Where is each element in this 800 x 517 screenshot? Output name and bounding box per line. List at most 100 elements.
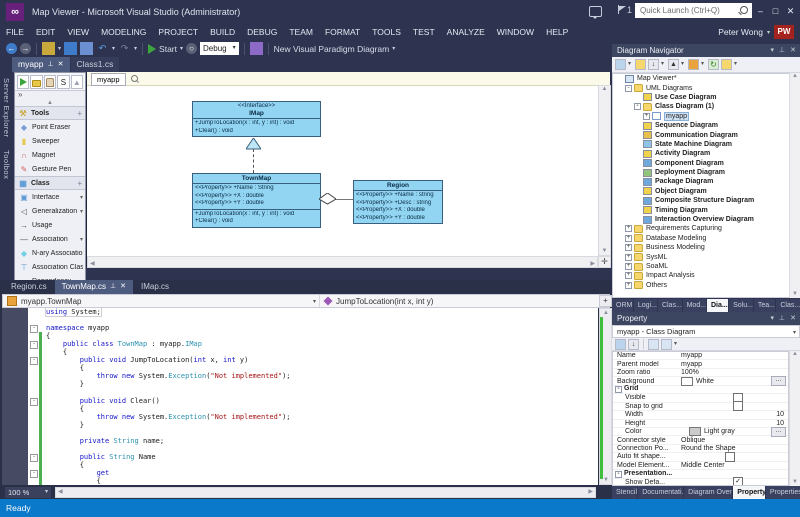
redo-icon[interactable]: ↷ — [118, 42, 131, 55]
code-line[interactable]: - public void JumpToLocation(int x, int … — [2, 356, 598, 366]
palette-section-class[interactable]: ▦ Class + — [15, 176, 85, 190]
uml-class-region[interactable]: Region <<Property>> +Name : string <<Prope… — [353, 180, 443, 224]
open-folder-icon[interactable] — [721, 59, 732, 70]
property-row-snap-to-grid[interactable]: Snap to grid — [613, 401, 788, 412]
code-line[interactable]: { — [2, 332, 598, 341]
checkbox[interactable]: ✓ — [733, 477, 743, 485]
realization-connector[interactable] — [253, 149, 254, 173]
property-row-zoom-ratio[interactable]: Zoom ratio 100% — [613, 369, 788, 378]
tree-expander-icon[interactable]: + — [625, 225, 632, 233]
pin-icon[interactable]: ⊥ — [110, 280, 116, 294]
menu-item-file[interactable]: FILE — [0, 24, 30, 40]
menu-item-debug[interactable]: DEBUG — [241, 24, 283, 40]
code-line[interactable] — [2, 316, 598, 324]
tree-item-use-case-diagram[interactable]: Use Case Diagram — [613, 93, 799, 102]
user-name[interactable]: Peter Wong — [718, 27, 763, 37]
code-line[interactable]: - namespace myapp — [2, 324, 598, 334]
code-line[interactable]: } — [2, 380, 598, 389]
code-line[interactable] — [2, 444, 598, 453]
tree-expander-icon[interactable]: - — [634, 103, 641, 111]
tree-scrollbar[interactable]: ▲ ▼ — [789, 73, 800, 298]
quick-launch-input[interactable]: Quick Launch (Ctrl+Q) — [635, 3, 752, 18]
member-dropdown[interactable]: JumpToLocation(int x, int y) ▾ — [320, 295, 609, 307]
ellipsis-button[interactable]: … — [771, 376, 786, 387]
close-icon[interactable]: ✕ — [790, 312, 796, 325]
tree-item-package-diagram[interactable]: Package Diagram — [613, 177, 799, 186]
close-icon[interactable]: ✕ — [58, 57, 64, 72]
side-tab-server-explorer[interactable]: Server Explorer — [0, 72, 13, 144]
tree-item-state-machine-diagram[interactable]: State Machine Diagram — [613, 140, 799, 149]
tab-orm[interactable]: ORM — [612, 299, 633, 312]
tab-stencil[interactable]: Stencil — [612, 486, 638, 499]
type-dropdown[interactable]: myapp.TownMap ▾ — [3, 295, 320, 307]
property-row-name[interactable]: Name myapp — [613, 352, 788, 361]
code-line[interactable]: { — [2, 460, 598, 469]
tab-logi-[interactable]: Logi... — [633, 299, 657, 312]
menu-item-project[interactable]: PROJECT — [152, 24, 204, 40]
close-icon[interactable]: ✕ — [790, 44, 796, 57]
maximize-button[interactable]: □ — [768, 0, 783, 24]
tab-mod-[interactable]: Mod... — [682, 299, 706, 312]
tree-item-communication-diagram[interactable]: Communication Diagram — [613, 130, 799, 140]
selector-tool-icon[interactable] — [17, 75, 30, 89]
diagram-navigator-header[interactable]: Diagram Navigator ▾ ⊥ ✕ — [612, 44, 800, 57]
diagram-canvas[interactable]: myapp <<Interface>> IMap +JumpToLocation(x… — [86, 72, 611, 268]
collapse-all-icon[interactable]: ▲ — [668, 59, 679, 70]
tree-item-object-diagram[interactable]: Object Diagram — [613, 187, 799, 196]
menu-item-modeling[interactable]: MODELING — [95, 24, 152, 40]
code-line[interactable]: { — [2, 404, 598, 413]
code-line[interactable]: } — [2, 420, 598, 429]
code-line[interactable]: throw new System.Exception("Not implemen… — [2, 372, 598, 381]
tab-townmap-cs[interactable]: TownMap.cs ⊥ ✕ — [54, 280, 134, 294]
tab-properties[interactable]: Properties — [765, 486, 800, 499]
lock-tool-icon[interactable] — [30, 75, 43, 89]
tree-expander-icon[interactable]: + — [625, 263, 632, 270]
window-position-icon[interactable]: ▾ — [770, 44, 774, 57]
new-file-icon[interactable] — [42, 42, 55, 55]
palette-item-association-class[interactable]: ⊤ Association Class — [15, 260, 85, 274]
property-row-connection-po-[interactable]: Connection Po... Round the Shape — [613, 445, 788, 454]
tree-item-deployment-diagram[interactable]: Deployment Diagram — [613, 168, 799, 177]
sort-az-icon[interactable]: ↓ — [628, 338, 639, 350]
code-line[interactable]: throw new System.Exception("Not implemen… — [2, 412, 598, 421]
model-explorer-icon[interactable] — [635, 59, 646, 70]
tree-expander-icon[interactable]: + — [625, 281, 632, 289]
property-row-parent-model[interactable]: Parent model myapp — [613, 360, 788, 369]
expand-properties-icon[interactable] — [648, 338, 659, 350]
palette-item-point-eraser[interactable]: ◆ Point Eraser — [15, 120, 85, 134]
tree-item-interaction-overview-diagram[interactable]: Interaction Overview Diagram — [613, 215, 799, 224]
tree-item-class-diagram-1-[interactable]: - Class Diagram (1) — [613, 102, 799, 111]
canvas-view-tab[interactable]: myapp — [91, 73, 126, 86]
palette-collapse-icon[interactable]: » — [15, 91, 85, 100]
property-row-presentation-[interactable]: - Presentation... — [613, 470, 788, 479]
save-all-icon[interactable] — [80, 42, 94, 55]
save-icon[interactable] — [64, 42, 78, 55]
palette-section-tools[interactable]: ⚒ Tools + — [15, 106, 85, 120]
property-row-width[interactable]: Width 10 — [613, 411, 788, 420]
palette-item-gesture-pen[interactable]: ✎ Gesture Pen — [15, 162, 85, 176]
close-icon[interactable]: ✕ — [120, 280, 126, 294]
uml-class-imap[interactable]: <<Interface>> IMap +JumpToLocation(x : int… — [192, 101, 321, 137]
tab-clas-[interactable]: Clas... — [657, 299, 682, 312]
window-position-icon[interactable]: ▾ — [770, 312, 774, 325]
tree-expander-icon[interactable]: - — [625, 84, 632, 92]
code-line[interactable]: - get — [2, 468, 598, 478]
property-row-connector-style[interactable]: Connector style Oblique — [613, 436, 788, 445]
chevron-down-icon[interactable]: ▾ — [80, 236, 83, 243]
menu-item-edit[interactable]: EDIT — [30, 24, 61, 40]
refresh-icon[interactable]: ○ — [186, 43, 198, 54]
start-button[interactable]: Start — [159, 44, 177, 54]
code-line[interactable]: using System; — [2, 308, 598, 318]
property-row-background[interactable]: Background White… — [613, 376, 788, 387]
tree-item-sequence-diagram[interactable]: Sequence Diagram — [613, 121, 799, 130]
group-collapse-icon[interactable]: - — [615, 470, 622, 478]
palette-item-association[interactable]: — Association ▾ — [15, 232, 85, 246]
pin-icon[interactable]: ⊥ — [779, 44, 785, 57]
close-button[interactable]: ✕ — [783, 0, 798, 24]
chevron-down-icon[interactable]: ▾ — [80, 194, 83, 201]
palette-item-magnet[interactable]: ∩ Magnet — [15, 148, 85, 162]
palette-item-sweeper[interactable]: ▮ Sweeper — [15, 134, 85, 148]
avatar[interactable]: PW — [774, 25, 794, 39]
tree-item-composite-structure-diagram[interactable]: Composite Structure Diagram — [613, 196, 799, 205]
pin-icon[interactable]: ⊥ — [779, 312, 785, 325]
